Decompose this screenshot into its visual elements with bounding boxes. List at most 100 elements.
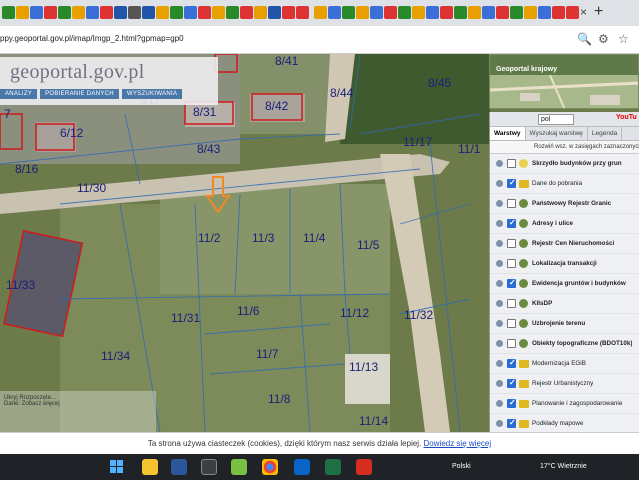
tab-favicon-icon[interactable] bbox=[384, 6, 397, 19]
tab-favicon-icon[interactable] bbox=[454, 6, 467, 19]
layer-checkbox[interactable] bbox=[507, 339, 516, 348]
layer-checkbox[interactable] bbox=[507, 358, 516, 368]
layer-row[interactable]: Rejestr Cen Nieruchomości bbox=[490, 234, 639, 254]
tab-favicon-icon[interactable] bbox=[496, 6, 509, 19]
layers-expand-hint[interactable]: Rozwiń wsz. w zasięgach zaznaczonych bbox=[490, 141, 639, 154]
layer-row[interactable]: Skrzydło budynków przy grun bbox=[490, 154, 639, 174]
layer-row[interactable]: Obiekty topograficzne (BDOT10k) bbox=[490, 334, 639, 354]
start-button-icon[interactable] bbox=[110, 460, 124, 474]
layer-row[interactable]: Lokalizacja transakcji bbox=[490, 254, 639, 274]
expand-icon[interactable] bbox=[496, 420, 503, 427]
tab-favicon-icon[interactable] bbox=[552, 6, 565, 19]
tab-favicon-icon[interactable] bbox=[142, 6, 155, 19]
expand-icon[interactable] bbox=[496, 220, 503, 227]
expand-icon[interactable] bbox=[496, 260, 503, 267]
tab-favicon-icon[interactable] bbox=[114, 6, 127, 19]
layer-row[interactable]: Rejestr Urbanistyczny bbox=[490, 374, 639, 394]
layer-row[interactable]: Modernizacja EGiB bbox=[490, 354, 639, 374]
youtube-link[interactable]: YouTu bbox=[616, 114, 637, 121]
app-green-icon[interactable] bbox=[231, 459, 247, 475]
tab-favicon-icon[interactable] bbox=[468, 6, 481, 19]
address-bar[interactable]: ppy.geoportal.gov.pl/imap/Imgp_2.html?gp… bbox=[0, 26, 639, 54]
layer-checkbox[interactable] bbox=[507, 299, 516, 308]
tab-favicon-icon[interactable] bbox=[226, 6, 239, 19]
expand-icon[interactable] bbox=[496, 360, 503, 367]
nav-pobieranie-danych[interactable]: POBIERANIE DANYCH bbox=[40, 89, 119, 99]
tab-favicon-icon[interactable] bbox=[342, 6, 355, 19]
expand-icon[interactable] bbox=[496, 400, 503, 407]
layer-checkbox[interactable] bbox=[507, 278, 516, 288]
tab-close-icon[interactable]: × bbox=[580, 6, 587, 19]
tab-favicon-icon[interactable] bbox=[538, 6, 551, 19]
keyboard-language[interactable]: Polski bbox=[452, 463, 471, 470]
tab-favicon-icon[interactable] bbox=[212, 6, 225, 19]
layer-checkbox[interactable] bbox=[507, 259, 516, 268]
tab-favicon-icon[interactable] bbox=[30, 6, 43, 19]
tab-legenda[interactable]: Legenda bbox=[588, 127, 623, 140]
url-text[interactable]: ppy.geoportal.gov.pl/imap/Imgp_2.html?gp… bbox=[0, 34, 184, 43]
layer-row[interactable]: Adresy i ulice bbox=[490, 214, 639, 234]
layer-checkbox[interactable] bbox=[507, 378, 516, 388]
new-tab-button[interactable]: + bbox=[594, 3, 603, 21]
tab-favicon-icon[interactable] bbox=[44, 6, 57, 19]
layer-checkbox[interactable] bbox=[507, 418, 516, 428]
file-explorer-icon[interactable] bbox=[142, 459, 158, 475]
tab-favicon-icon[interactable] bbox=[282, 6, 295, 19]
expand-icon[interactable] bbox=[496, 340, 503, 347]
layer-row[interactable]: Ewidencja gruntów i budynków bbox=[490, 274, 639, 294]
tab-favicon-icon[interactable] bbox=[170, 6, 183, 19]
acrobat-icon[interactable] bbox=[356, 459, 372, 475]
language-select[interactable]: pol bbox=[538, 114, 574, 125]
tab-favicon-icon[interactable] bbox=[268, 6, 281, 19]
nav-wyszukiwania[interactable]: WYSZUKIWANIA bbox=[121, 89, 183, 99]
tab-favicon-icon[interactable] bbox=[86, 6, 99, 19]
tab-favicon-icon[interactable] bbox=[58, 6, 71, 19]
layer-row[interactable]: Państwowy Rejestr Granic bbox=[490, 194, 639, 214]
layer-checkbox[interactable] bbox=[507, 239, 516, 248]
tab-favicon-icon[interactable] bbox=[314, 6, 327, 19]
tab-favicon-icon[interactable] bbox=[240, 6, 253, 19]
extension-icon[interactable]: ⚙ bbox=[598, 32, 609, 46]
expand-icon[interactable] bbox=[496, 240, 503, 247]
tab-favicon-icon[interactable] bbox=[356, 6, 369, 19]
tab-favicon-icon[interactable] bbox=[184, 6, 197, 19]
expand-icon[interactable] bbox=[496, 160, 503, 167]
tab-favicon-icon[interactable] bbox=[426, 6, 439, 19]
expand-icon[interactable] bbox=[496, 320, 503, 327]
tab-favicon-icon[interactable] bbox=[254, 6, 267, 19]
tab-favicon-icon[interactable] bbox=[412, 6, 425, 19]
map-canvas[interactable]: 8/41 8/44 8/45 8/31 8/42 6/12 8/43 8/16 … bbox=[0, 54, 639, 432]
expand-icon[interactable] bbox=[496, 200, 503, 207]
search-icon[interactable]: 🔍 bbox=[577, 32, 592, 46]
app-icon[interactable] bbox=[201, 459, 217, 475]
geoportal-logo[interactable]: geoportal.gov.pl bbox=[10, 61, 145, 84]
tab-favicon-icon[interactable] bbox=[100, 6, 113, 19]
cookie-more-link[interactable]: Dowiedz się więcej bbox=[424, 439, 492, 448]
layer-row[interactable]: Uzbrojenie terenu bbox=[490, 314, 639, 334]
tab-favicon-icon[interactable] bbox=[2, 6, 15, 19]
bookmark-star-icon[interactable]: ☆ bbox=[618, 32, 629, 46]
outlook-icon[interactable] bbox=[294, 459, 310, 475]
expand-icon[interactable] bbox=[496, 300, 503, 307]
tab-favicon-icon[interactable] bbox=[72, 6, 85, 19]
chrome-icon[interactable] bbox=[262, 459, 278, 475]
tab-favicon-icon[interactable] bbox=[370, 6, 383, 19]
tab-favicon-icon[interactable] bbox=[16, 6, 29, 19]
tab-favicon-icon[interactable] bbox=[440, 6, 453, 19]
excel-icon[interactable] bbox=[325, 459, 341, 475]
layer-checkbox[interactable] bbox=[507, 398, 516, 408]
geoportal-logo-panel[interactable]: geoportal.gov.pl ANALIZY POBIERANIE DANY… bbox=[0, 57, 218, 105]
layer-checkbox[interactable] bbox=[507, 218, 516, 228]
nav-analizy[interactable]: ANALIZY bbox=[0, 89, 38, 99]
word-icon[interactable] bbox=[171, 459, 187, 475]
layer-row[interactable]: Podkłady mapowe bbox=[490, 414, 639, 432]
tab-favicon-icon[interactable] bbox=[328, 6, 341, 19]
tab-favicon-icon[interactable] bbox=[566, 6, 579, 19]
tab-favicon-icon[interactable] bbox=[156, 6, 169, 19]
tab-favicon-icon[interactable] bbox=[510, 6, 523, 19]
expand-icon[interactable] bbox=[496, 280, 503, 287]
expand-icon[interactable] bbox=[496, 380, 503, 387]
tab-favicon-icon[interactable] bbox=[198, 6, 211, 19]
tab-favicon-icon[interactable] bbox=[296, 6, 309, 19]
layer-row[interactable]: Planowanie i zagospodarowanie bbox=[490, 394, 639, 414]
